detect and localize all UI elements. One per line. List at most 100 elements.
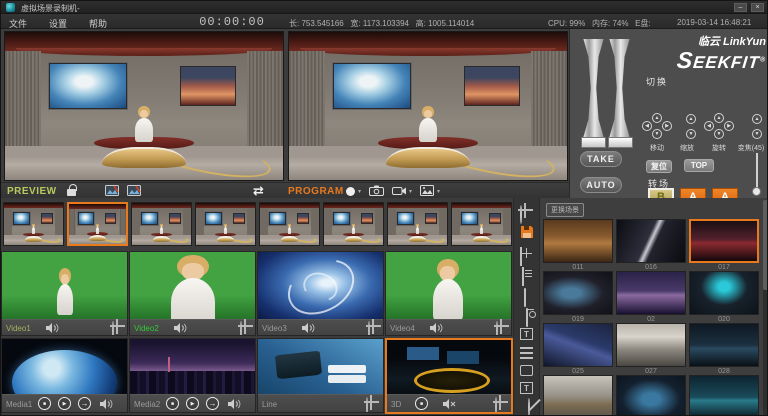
source-3d-muted-speaker-icon[interactable]	[443, 399, 456, 409]
multiview-icon[interactable]	[520, 247, 522, 266]
foreground-edit-icon[interactable]	[127, 185, 141, 196]
line-settings-gear-icon[interactable]	[366, 398, 368, 413]
rotate-right-button[interactable]: ▶	[724, 121, 734, 131]
scene-tile-011[interactable]: 011	[543, 219, 613, 271]
top-button[interactable]: TOP	[684, 159, 714, 172]
shot-thumbnail-1[interactable]	[3, 202, 64, 246]
swap-preview-program-icon[interactable]: ⇄	[253, 183, 264, 199]
library-scrollbar[interactable]	[763, 200, 768, 415]
video3-speaker-icon[interactable]	[302, 323, 315, 333]
video1-speaker-icon[interactable]	[46, 323, 59, 333]
media2-speaker-icon[interactable]	[228, 399, 241, 409]
program-monitor[interactable]	[288, 31, 568, 181]
library-scrollbar-thumb[interactable]	[763, 200, 768, 290]
lock-icon[interactable]	[67, 189, 76, 196]
move-right-button[interactable]: ▶	[662, 121, 672, 131]
scene-tile-017[interactable]: 017	[689, 219, 759, 271]
zoom-in-button[interactable]: ▲	[752, 114, 762, 124]
scene-tile-028[interactable]: 028	[689, 323, 759, 375]
move-up-button[interactable]: ▲	[652, 113, 662, 123]
playlist-icon[interactable]	[522, 267, 524, 286]
light-icon[interactable]	[526, 308, 528, 327]
image-output-icon[interactable]	[420, 185, 434, 196]
scene-tile-025[interactable]: 025	[543, 323, 613, 375]
record-caret-icon[interactable]: ▾	[409, 188, 412, 195]
subtitle-tool-icon[interactable]: T	[520, 382, 533, 394]
media2-cell[interactable]: Media2 ■ ▶ →	[129, 338, 256, 413]
media1-next-button[interactable]: →	[78, 397, 91, 410]
rotate-up-button[interactable]: ▲	[714, 113, 724, 123]
shot-thumbnail-5[interactable]	[259, 202, 320, 246]
snapshot-camera-icon[interactable]	[369, 185, 384, 196]
close-button[interactable]: ×	[751, 3, 764, 12]
datetime-display: 2019-03-14 16:48:21	[677, 18, 751, 27]
video3-settings-gear-icon[interactable]	[368, 322, 370, 336]
shot-thumbnail-7[interactable]	[387, 202, 448, 246]
shot-thumbnail-6[interactable]	[323, 202, 384, 246]
preview-monitor[interactable]	[4, 31, 284, 181]
take-button[interactable]: TAKE	[580, 151, 622, 167]
t-bar-handle-right[interactable]	[608, 137, 633, 148]
scene-tile-row4-3[interactable]	[689, 375, 759, 416]
t-bar-right[interactable]	[608, 39, 631, 137]
settings-gear-icon[interactable]	[520, 206, 522, 224]
source-3d-stop-button[interactable]: ■	[415, 397, 428, 410]
video4-speaker-icon[interactable]	[430, 323, 443, 333]
frame-icon[interactable]	[520, 365, 533, 376]
record-video-icon[interactable]	[392, 186, 407, 196]
media1-speaker-icon[interactable]	[100, 399, 113, 409]
scene-tile-row4-2[interactable]	[616, 375, 686, 416]
scene-tile-027[interactable]: 027	[616, 323, 686, 375]
scene-tile-row4-1[interactable]	[543, 375, 613, 416]
text-tool-icon[interactable]: T	[520, 328, 533, 340]
t-bar-handle-left[interactable]	[581, 137, 606, 148]
shot-thumbnail-4[interactable]	[195, 202, 256, 246]
video2-cell[interactable]: Video2	[129, 251, 256, 336]
shot-thumbnail-8[interactable]	[451, 202, 512, 246]
media2-play-button[interactable]: ▶	[186, 397, 199, 410]
minimize-button[interactable]: –	[734, 3, 747, 12]
video3-cell[interactable]: Video3	[257, 251, 384, 336]
move-down-button[interactable]: ▼	[652, 129, 662, 139]
scale-up-button[interactable]: ▲	[686, 114, 696, 124]
brand-logo: 临云 LinkYun SEEKFIT®	[642, 33, 766, 74]
line-cell[interactable]: Line	[257, 338, 384, 413]
rotate-left-button[interactable]: ◀	[704, 121, 714, 131]
media2-next-button[interactable]: →	[206, 397, 219, 410]
video1-cell[interactable]: Video1	[1, 251, 128, 336]
scene-tile-020[interactable]: 020	[689, 271, 759, 323]
media1-play-button[interactable]: ▶	[58, 397, 71, 410]
scale-down-button[interactable]: ▼	[686, 129, 696, 139]
shot-thumbnail-2[interactable]	[67, 202, 128, 246]
scene-tile-02[interactable]: 02	[616, 271, 686, 323]
background-edit-icon[interactable]	[105, 185, 119, 196]
move-left-button[interactable]: ◀	[642, 121, 652, 131]
zoom-out-button[interactable]: ▼	[752, 129, 762, 139]
media2-stop-button[interactable]: ■	[166, 397, 179, 410]
stream-dot-icon[interactable]	[346, 187, 355, 196]
scene-tile-016[interactable]: 016	[616, 219, 686, 271]
change-scene-tab[interactable]: 更换场景	[546, 203, 584, 217]
rotate-down-button[interactable]: ▼	[714, 129, 724, 139]
video2-settings-gear-icon[interactable]	[240, 322, 242, 336]
media1-cell[interactable]: Media1 ■ ▶ →	[1, 338, 128, 413]
shot-thumbnail-3[interactable]	[131, 202, 192, 246]
image-caret-icon[interactable]: ▾	[437, 188, 440, 195]
scene-tile-019[interactable]: 019	[543, 271, 613, 323]
video2-speaker-icon[interactable]	[174, 323, 187, 333]
t-bar-left[interactable]	[582, 39, 605, 137]
save-icon[interactable]	[520, 225, 534, 239]
source-3d-cell[interactable]: 3D ■	[385, 338, 513, 414]
layers-icon[interactable]	[520, 347, 533, 359]
video4-settings-gear-icon[interactable]	[496, 322, 498, 336]
transition-speed-slider-knob[interactable]	[752, 187, 761, 196]
video4-cell[interactable]: Video4	[385, 251, 512, 336]
reset-button[interactable]: 复位	[646, 160, 672, 173]
media1-stop-button[interactable]: ■	[38, 397, 51, 410]
auto-button[interactable]: AUTO	[580, 177, 622, 193]
paint-icon[interactable]	[528, 398, 530, 416]
monitor-icon[interactable]	[524, 288, 526, 307]
source-3d-settings-gear-icon[interactable]	[495, 398, 497, 414]
stream-caret-icon[interactable]: ▾	[358, 188, 361, 195]
video1-settings-gear-icon[interactable]	[112, 322, 114, 336]
